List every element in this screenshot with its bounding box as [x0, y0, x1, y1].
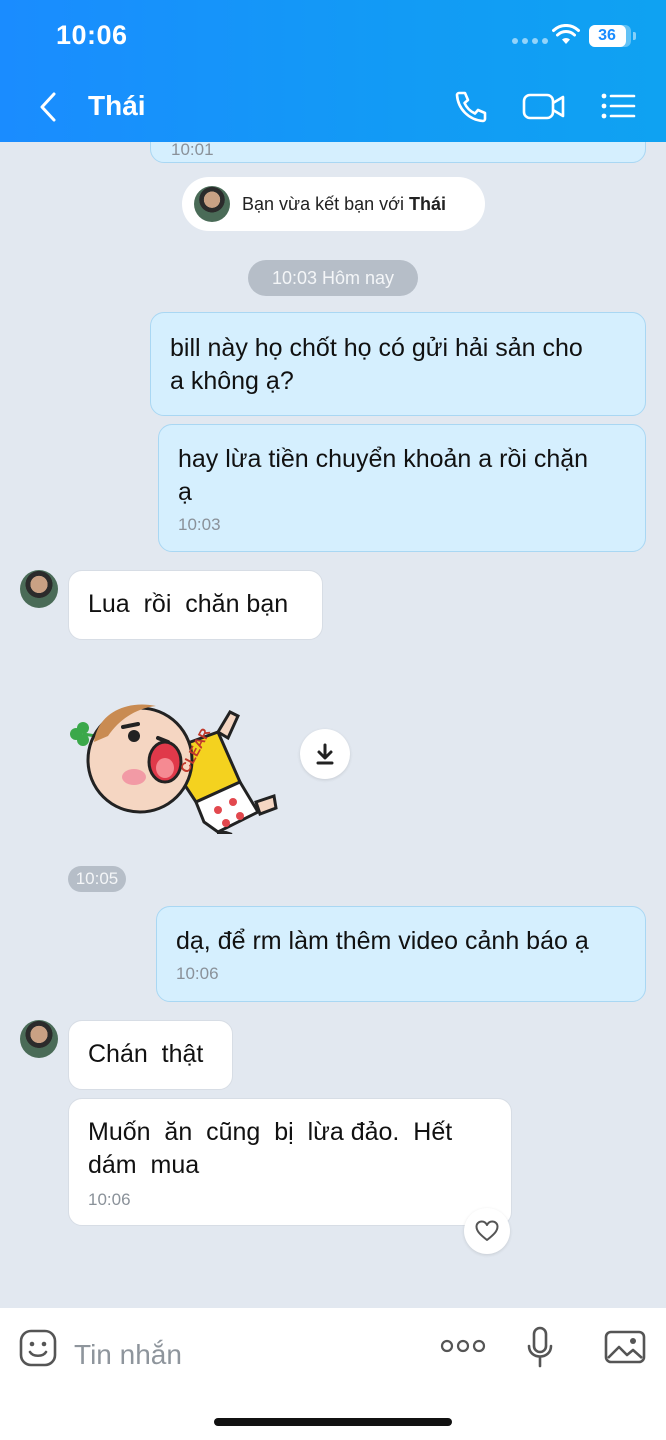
download-button[interactable]: [300, 729, 350, 779]
incoming-message[interactable]: Lua rồi chăn bạn: [68, 570, 323, 640]
phone-icon[interactable]: [450, 88, 490, 124]
video-icon[interactable]: [522, 88, 566, 124]
incoming-message[interactable]: Chán thật: [68, 1020, 233, 1090]
message-input[interactable]: [74, 1330, 414, 1380]
wifi-icon: [552, 24, 580, 44]
download-icon: [316, 743, 334, 765]
battery-cap: [633, 32, 636, 40]
image-icon[interactable]: [604, 1328, 646, 1366]
message-time: 10:06: [176, 964, 219, 983]
message-time: 10:03: [178, 515, 221, 534]
message-bubble-partial[interactable]: 10:01: [150, 142, 646, 163]
emoji-icon[interactable]: [18, 1328, 58, 1368]
menu-icon[interactable]: [598, 88, 638, 124]
message-text: hay lừa tiền chuyển khoản a rồi chặn ạ: [178, 445, 589, 506]
back-icon[interactable]: [34, 90, 64, 124]
home-indicator: [214, 1418, 452, 1426]
message-text: Lua rồi chăn bạn: [88, 590, 289, 618]
battery-percent: 36: [598, 27, 616, 44]
message-text: dạ, để rm làm thêm video cảnh báo ạ: [176, 927, 589, 955]
chat-area[interactable]: 10:01 Bạn vừa kết bạn với Thái 10:03 Hôm…: [0, 142, 666, 1308]
react-button[interactable]: [464, 1208, 510, 1254]
friend-notice: Bạn vừa kết bạn với Thái: [182, 177, 485, 231]
more-icon[interactable]: [440, 1338, 486, 1354]
avatar: [194, 186, 230, 222]
sticker-time: 10:05: [68, 866, 126, 892]
outgoing-message[interactable]: hay lừa tiền chuyển khoản a rồi chặn ạ 1…: [158, 424, 646, 552]
date-divider: 10:03 Hôm nay: [248, 260, 418, 296]
signal-icon: [512, 38, 548, 44]
sticker-image[interactable]: CLEAR: [68, 682, 280, 834]
mic-icon[interactable]: [526, 1326, 554, 1368]
friend-notice-text: Bạn vừa kết bạn với Thái: [242, 194, 446, 214]
message-time: 10:01: [171, 142, 214, 159]
outgoing-message[interactable]: dạ, để rm làm thêm video cảnh báo ạ 10:0…: [156, 906, 646, 1002]
message-text: bill này họ chốt họ có gửi hải sản cho a…: [170, 334, 583, 395]
outgoing-message[interactable]: bill này họ chốt họ có gửi hải sản cho a…: [150, 312, 646, 416]
contact-avatar[interactable]: [20, 1020, 58, 1058]
battery-icon: 36: [589, 25, 631, 47]
incoming-message[interactable]: Muốn ăn cũng bị lừa đảo. Hết dám mua 10:…: [68, 1098, 512, 1226]
chat-header: 10:06 36 Thái: [0, 0, 666, 142]
heart-icon: [475, 1220, 499, 1241]
message-text: Chán thật: [88, 1040, 204, 1068]
message-time: 10:06: [88, 1190, 131, 1209]
contact-avatar[interactable]: [20, 570, 58, 608]
status-time: 10:06: [56, 20, 128, 50]
contact-name[interactable]: Thái: [88, 90, 146, 122]
message-text: Muốn ăn cũng bị lừa đảo. Hết dám mua: [88, 1118, 453, 1179]
